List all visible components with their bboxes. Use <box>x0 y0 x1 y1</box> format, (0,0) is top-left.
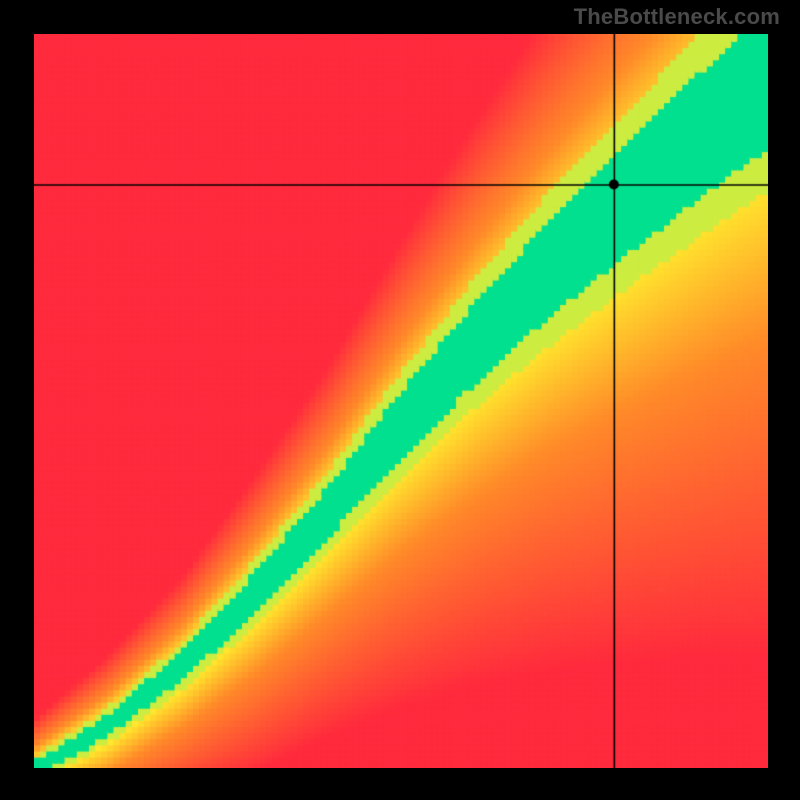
watermark-text: TheBottleneck.com <box>574 4 780 30</box>
chart-frame: TheBottleneck.com <box>0 0 800 800</box>
bottleneck-heatmap <box>34 34 768 768</box>
